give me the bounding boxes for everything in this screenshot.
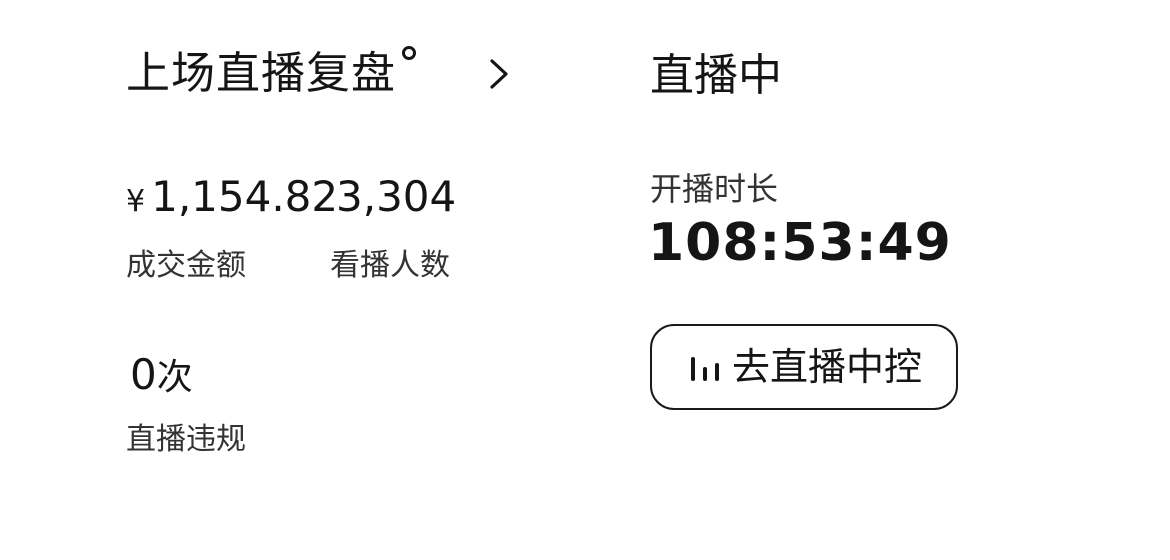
review-title: 上场直播复盘	[126, 48, 396, 99]
violations-value: 0次	[130, 350, 193, 403]
live-review-link[interactable]: 上场直播复盘	[126, 42, 510, 106]
sales-amount-label: 成交金额	[126, 248, 246, 283]
violations-unit: 次	[156, 357, 193, 398]
sales-amount-value: ¥1,154.82	[126, 172, 338, 227]
console-button-label: 去直播中控	[731, 345, 922, 389]
violations-label: 直播违规	[126, 422, 246, 457]
dot-icon	[402, 46, 416, 60]
duration-value: 108:53:49	[648, 213, 952, 273]
currency-symbol: ¥	[126, 184, 146, 219]
chevron-right-icon	[488, 57, 510, 91]
live-status: 直播中	[650, 50, 782, 101]
bar-chart-icon	[686, 351, 728, 383]
viewers-value: 3,304	[336, 172, 457, 221]
duration-label: 开播时长	[650, 170, 779, 208]
live-console-button[interactable]: 去直播中控	[650, 324, 958, 410]
viewers-label: 看播人数	[330, 248, 450, 283]
sales-amount: 1,154.82	[151, 172, 339, 221]
violations-count: 0	[130, 350, 157, 399]
